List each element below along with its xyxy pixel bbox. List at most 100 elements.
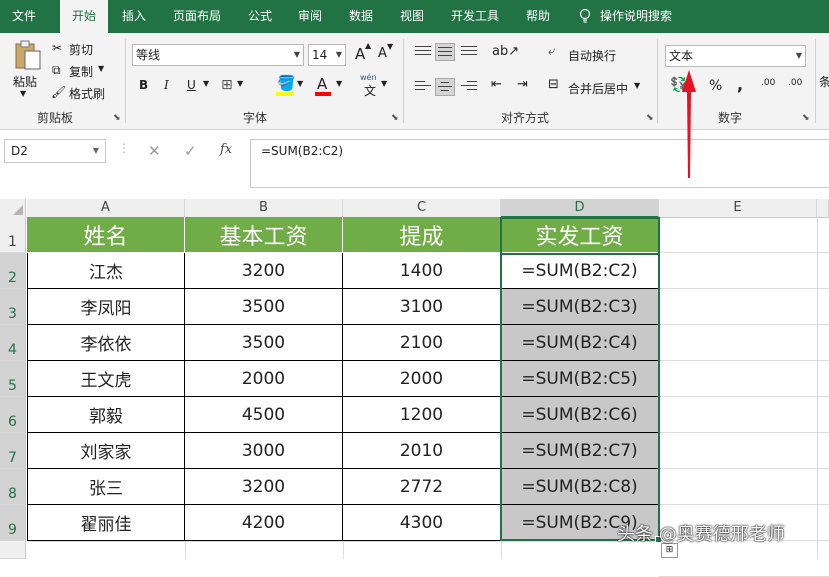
header-cell[interactable]: 基本工资 xyxy=(185,217,343,253)
chevron-down-icon[interactable]: ▼ xyxy=(381,79,387,88)
chevron-down-icon[interactable]: ▼ xyxy=(297,79,303,88)
increase-indent-icon[interactable]: ⇥ xyxy=(517,77,528,92)
number-format-select[interactable]: 文本 ▼ xyxy=(665,45,806,67)
tab-view[interactable]: 视图 xyxy=(392,0,432,33)
paste-button[interactable]: 粘贴 xyxy=(13,73,37,90)
tab-home[interactable]: 开始 xyxy=(60,0,108,33)
table-cell[interactable]: =SUM(B2:C4) xyxy=(501,325,659,361)
decrease-indent-icon[interactable]: ⇤ xyxy=(491,77,502,92)
header-cell[interactable]: 提成 xyxy=(343,217,501,253)
column-header-c[interactable]: C xyxy=(343,199,501,218)
table-cell[interactable]: =SUM(B2:C5) xyxy=(501,361,659,397)
table-cell[interactable]: =SUM(B2:C3) xyxy=(501,289,659,325)
increase-decimal-button[interactable]: .00 xyxy=(761,78,775,88)
table-cell[interactable]: 3200 xyxy=(185,469,343,505)
chevron-down-icon[interactable]: ▼ xyxy=(336,79,342,88)
column-header-partial[interactable] xyxy=(817,199,829,218)
italic-button[interactable]: I xyxy=(164,78,169,92)
border-icon[interactable]: ⊞ xyxy=(221,77,233,93)
paste-icon[interactable] xyxy=(14,39,42,73)
table-cell[interactable]: 2010 xyxy=(343,433,501,469)
table-cell[interactable]: 2000 xyxy=(343,361,501,397)
table-cell[interactable]: =SUM(B2:C6) xyxy=(501,397,659,433)
tab-review[interactable]: 审阅 xyxy=(290,0,330,33)
bold-button[interactable]: B xyxy=(139,78,148,92)
tell-me-search[interactable]: 操作说明搜索 xyxy=(600,0,690,33)
tab-insert[interactable]: 插入 xyxy=(114,0,154,33)
table-cell[interactable]: 3100 xyxy=(343,289,501,325)
row-header-8[interactable]: 8 xyxy=(0,469,26,505)
row-header-1[interactable]: 1 xyxy=(0,217,26,253)
format-painter-icon[interactable]: 🖌 xyxy=(51,85,66,99)
cancel-icon[interactable]: ✕ xyxy=(148,142,161,160)
chevron-down-icon[interactable]: ▼ xyxy=(203,79,209,88)
dialog-launcher-icon[interactable]: ⬊ xyxy=(646,113,654,123)
column-header-b[interactable]: B xyxy=(185,199,343,218)
dialog-launcher-icon[interactable]: ⬊ xyxy=(391,113,399,123)
align-bottom-icon[interactable] xyxy=(459,43,479,61)
tab-formulas[interactable]: 公式 xyxy=(240,0,280,33)
table-cell[interactable]: 李依依 xyxy=(27,325,185,361)
table-cell[interactable]: 江杰 xyxy=(27,253,185,289)
shrink-font-button[interactable]: A xyxy=(378,46,387,61)
table-cell[interactable]: 1400 xyxy=(343,253,501,289)
merge-center-button[interactable]: 合并后居中 xyxy=(568,80,628,97)
row-header-3[interactable]: 3 xyxy=(0,289,26,325)
copy-icon[interactable]: ⧉ xyxy=(52,63,61,78)
copy-button[interactable]: 复制 xyxy=(69,63,93,80)
dialog-launcher-icon[interactable]: ⬊ xyxy=(802,113,810,123)
align-left-icon[interactable] xyxy=(413,78,433,96)
row-header-partial[interactable] xyxy=(0,541,26,559)
comma-button[interactable]: , xyxy=(737,75,743,94)
grow-font-button[interactable]: A xyxy=(355,45,365,63)
decrease-decimal-button[interactable]: .00 xyxy=(788,78,802,88)
phonetic-guide-button[interactable]: wén xyxy=(360,73,377,82)
tab-data[interactable]: 数据 xyxy=(341,0,381,33)
table-cell[interactable]: =SUM(B2:C8) xyxy=(501,469,659,505)
tab-help[interactable]: 帮助 xyxy=(518,0,558,33)
table-cell[interactable]: 3500 xyxy=(185,325,343,361)
header-cell[interactable]: 实发工资 xyxy=(501,217,659,253)
cut-button[interactable]: 剪切 xyxy=(69,41,93,58)
insert-function-button[interactable]: fx xyxy=(220,142,232,157)
orientation-icon[interactable]: ab↗ xyxy=(492,44,519,59)
underline-button[interactable]: U xyxy=(187,78,196,92)
row-header-9[interactable]: 9 xyxy=(0,505,26,541)
row-header-4[interactable]: 4 xyxy=(0,325,26,361)
table-cell[interactable]: 4300 xyxy=(343,505,501,541)
table-cell[interactable]: 王文虎 xyxy=(27,361,185,397)
font-name-select[interactable]: 等线 ▼ xyxy=(132,44,304,66)
font-color-button[interactable]: A xyxy=(317,75,327,93)
table-cell[interactable]: 2772 xyxy=(343,469,501,505)
table-cell[interactable]: =SUM(B2:C2) xyxy=(501,253,659,289)
table-cell[interactable]: 郭毅 xyxy=(27,397,185,433)
table-cell[interactable]: 3000 xyxy=(185,433,343,469)
cut-icon[interactable]: ✂ xyxy=(52,41,62,55)
table-cell[interactable]: 李凤阳 xyxy=(27,289,185,325)
align-right-icon[interactable] xyxy=(459,78,479,96)
row-header-6[interactable]: 6 xyxy=(0,397,26,433)
merge-center-icon[interactable]: ⊟ xyxy=(548,77,559,92)
table-cell[interactable]: 3200 xyxy=(185,253,343,289)
format-painter-button[interactable]: 格式刷 xyxy=(69,85,105,102)
row-header-2[interactable]: 2 xyxy=(0,253,26,289)
table-cell[interactable]: 2000 xyxy=(185,361,343,397)
row-header-5[interactable]: 5 xyxy=(0,361,26,397)
fill-color-icon[interactable]: 🪣 xyxy=(277,74,296,92)
conditional-format-partial[interactable]: 条 xyxy=(819,73,829,90)
table-cell[interactable]: 张三 xyxy=(27,469,185,505)
align-top-icon[interactable] xyxy=(413,43,433,61)
column-header-e[interactable]: E xyxy=(659,199,817,218)
table-cell[interactable]: 4500 xyxy=(185,397,343,433)
table-cell[interactable]: 翟丽佳 xyxy=(27,505,185,541)
wrap-text-icon[interactable]: ⤶ xyxy=(548,44,555,59)
column-header-d[interactable]: D xyxy=(501,199,659,218)
table-cell[interactable]: =SUM(B2:C7) xyxy=(501,433,659,469)
table-cell[interactable]: 刘家家 xyxy=(27,433,185,469)
align-middle-icon[interactable] xyxy=(435,43,455,61)
name-box[interactable]: D2 ▼ xyxy=(4,139,106,163)
row-header-7[interactable]: 7 xyxy=(0,433,26,469)
table-cell[interactable]: 1200 xyxy=(343,397,501,433)
table-cell[interactable]: 4200 xyxy=(185,505,343,541)
enter-icon[interactable]: ✓ xyxy=(184,142,197,160)
